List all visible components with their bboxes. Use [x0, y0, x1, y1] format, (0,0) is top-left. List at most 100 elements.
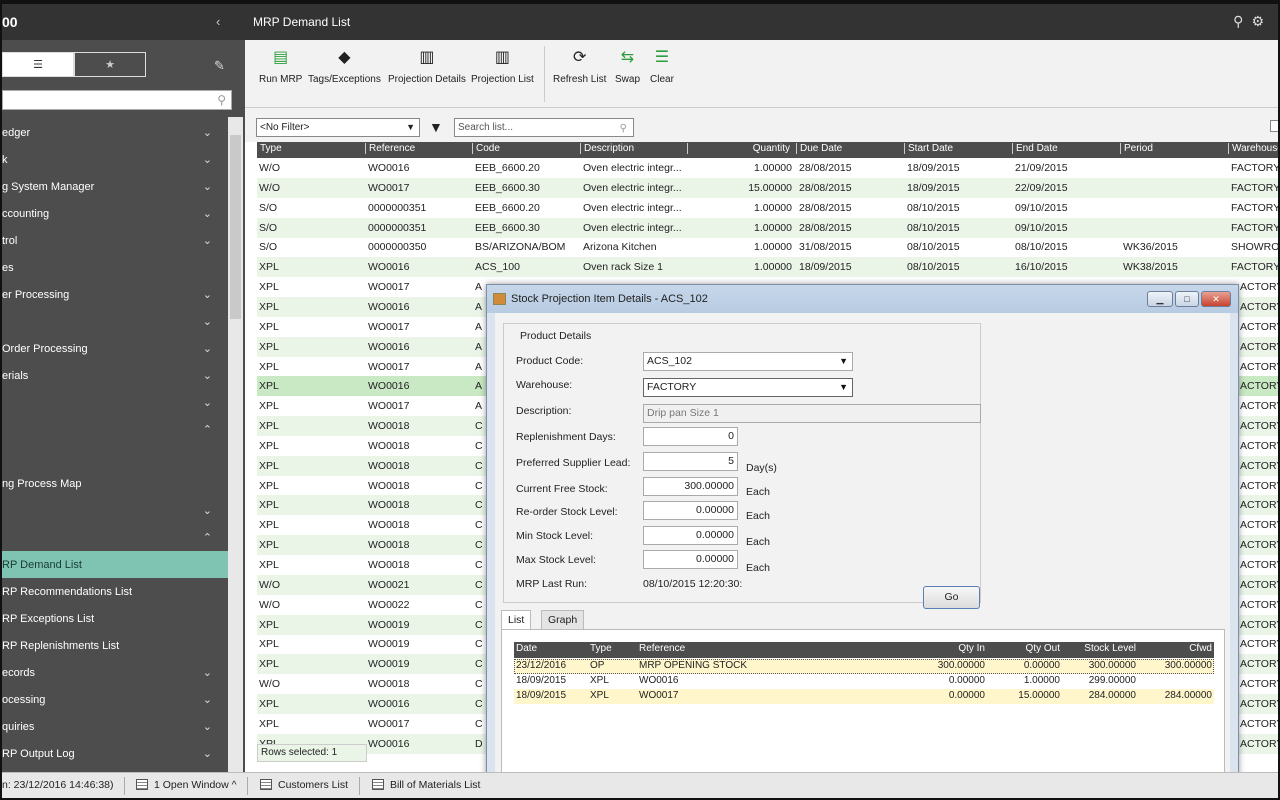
warehouse-select[interactable]: FACTORY ▼: [643, 378, 853, 397]
gear-icon[interactable]: ⚙: [1251, 13, 1272, 29]
sidebar-item[interactable]: trol ⌄: [2, 227, 228, 254]
column-header[interactable]: Stock Level: [1084, 643, 1136, 654]
filter-dropdown[interactable]: <No Filter> ▼: [256, 118, 420, 137]
reorder-stock-level-field[interactable]: 0.00000: [643, 501, 738, 520]
sidebar-search-input[interactable]: ⚲: [2, 90, 232, 110]
dialog-titlebar[interactable]: Stock Projection Item Details - ACS_102 …: [487, 285, 1238, 313]
refresh-list-button[interactable]: ⟳ Refresh List: [553, 46, 606, 85]
table-row[interactable]: 18/09/2015 XPL WO0016 0.00000 1.00000 299.000…: [514, 674, 1214, 689]
chevron-icon[interactable]: ⌄: [203, 747, 212, 760]
sidebar-item[interactable]: ccounting ⌄: [2, 200, 228, 227]
chevron-icon[interactable]: ⌄: [203, 315, 212, 328]
sidebar-item[interactable]: ⌃: [2, 416, 228, 443]
sidebar-item[interactable]: erials ⌄: [2, 362, 228, 389]
chevron-icon[interactable]: ⌄: [203, 369, 212, 382]
chevron-icon[interactable]: ⌃: [203, 531, 212, 544]
table-row[interactable]: XPL WO0016 ACS_100 Oven rack Size 1 1.00000 1…: [257, 257, 1278, 278]
table-row[interactable]: S/O 0000000351 EEB_6600.20 Oven electric in…: [257, 198, 1278, 218]
sidebar-item[interactable]: RP Demand List: [2, 551, 228, 578]
funnel-icon[interactable]: ▼: [429, 119, 443, 135]
table-row[interactable]: W/O WO0016 EEB_6600.20 Oven electric integr…: [257, 158, 1278, 178]
preferred-supplier-lead-field[interactable]: 5: [643, 452, 738, 471]
sidebar-item[interactable]: k ⌄: [2, 146, 228, 173]
customers-list-task[interactable]: Customers List: [260, 779, 348, 791]
sidebar-item[interactable]: ⌄: [2, 308, 228, 335]
chevron-icon[interactable]: ⌄: [203, 126, 212, 139]
column-header[interactable]: Period: [1120, 143, 1153, 154]
column-header[interactable]: Due Date: [796, 143, 842, 154]
swap-button[interactable]: ⇆ Swap: [615, 46, 640, 85]
chevron-icon[interactable]: ⌄: [203, 666, 212, 679]
column-header[interactable]: Start Date: [904, 143, 953, 154]
projection-list-button[interactable]: ▥ Projection List: [471, 46, 534, 85]
sidebar-item[interactable]: g System Manager ⌄: [2, 173, 228, 200]
table-row[interactable]: W/O WO0017 EEB_6600.30 Oven electric integr…: [257, 177, 1278, 198]
description-field[interactable]: Drip pan Size 1: [643, 404, 981, 423]
chevron-icon[interactable]: ⌄: [203, 693, 212, 706]
projection-details-button[interactable]: ▥ Projection Details: [388, 46, 466, 85]
chevron-icon[interactable]: ⌄: [203, 153, 212, 166]
sidebar-item[interactable]: edger ⌄: [2, 119, 228, 146]
column-header[interactable]: Warehouse: [1228, 143, 1278, 154]
table-row[interactable]: S/O 0000000350 BS/ARIZONA/BOM Arizona Kitch…: [257, 237, 1278, 257]
replenishment-days-field[interactable]: 0: [643, 427, 738, 446]
search-settings-icon[interactable]: ⚲: [1233, 13, 1251, 29]
open-windows-button[interactable]: 1 Open Window ^: [136, 779, 237, 791]
chevron-icon[interactable]: ⌄: [203, 180, 212, 193]
table-row[interactable]: S/O 0000000351 EEB_6600.30 Oven electric in…: [257, 217, 1278, 238]
sidebar-item[interactable]: RP Exceptions List: [2, 605, 228, 632]
chevron-icon[interactable]: ⌄: [203, 504, 212, 517]
current-free-stock-field[interactable]: 300.00000: [643, 477, 738, 496]
column-header[interactable]: Quantity: [687, 143, 793, 154]
sidebar-item[interactable]: quiries ⌄: [2, 713, 228, 740]
min-stock-level-field[interactable]: 0.00000: [643, 526, 738, 545]
minimize-button[interactable]: ▁: [1147, 291, 1173, 307]
column-header[interactable]: Reference: [365, 143, 415, 154]
tab-list[interactable]: List: [501, 610, 532, 630]
collapse-sidebar-icon[interactable]: ‹: [216, 14, 220, 29]
sidebar-item[interactable]: Order Processing ⌄: [2, 335, 228, 362]
maximize-button[interactable]: □: [1175, 291, 1199, 307]
table-row[interactable]: 23/12/2016 OP MRP OPENING STOCK 300.00000 0.…: [514, 659, 1214, 674]
chevron-icon[interactable]: ⌄: [203, 396, 212, 409]
menu-tab-icon[interactable]: ☰: [2, 52, 74, 77]
chevron-icon[interactable]: ⌄: [203, 720, 212, 733]
chevron-icon[interactable]: ⌄: [203, 342, 212, 355]
tab-graph[interactable]: Graph: [541, 610, 585, 630]
sidebar-item[interactable]: RP Recommendations List: [2, 578, 228, 605]
column-header[interactable]: Description: [580, 143, 634, 154]
go-button[interactable]: Go: [923, 586, 980, 609]
sidebar-item[interactable]: ⌄: [2, 389, 228, 416]
column-header[interactable]: Reference: [639, 643, 685, 654]
sidebar-item[interactable]: RP Output Log ⌄: [2, 740, 228, 767]
chevron-icon[interactable]: ⌃: [203, 423, 212, 436]
chevron-icon[interactable]: ⌄: [203, 288, 212, 301]
clear-button[interactable]: ☰ Clear: [650, 46, 674, 85]
table-row[interactable]: 18/09/2015 XPL WO0017 0.00000 15.00000 284.00…: [514, 689, 1214, 704]
column-header[interactable]: Code: [472, 143, 500, 154]
column-header[interactable]: Type: [590, 643, 612, 654]
sidebar-item[interactable]: er Processing ⌄: [2, 281, 228, 308]
sidebar-item[interactable]: RP Replenishments List: [2, 632, 228, 659]
list-search-input[interactable]: Search list... ⚲: [454, 118, 634, 137]
sidebar-item[interactable]: [2, 443, 228, 470]
tags-exceptions-button[interactable]: ◆ Tags/Exceptions: [308, 46, 381, 85]
column-header[interactable]: End Date: [1012, 143, 1058, 154]
column-header[interactable]: Qty In: [958, 643, 985, 654]
sidebar-item[interactable]: es: [2, 254, 228, 281]
chevron-icon[interactable]: ⌄: [203, 207, 212, 220]
favourites-tab-icon[interactable]: ★: [74, 52, 146, 77]
chevron-icon[interactable]: ⌄: [203, 234, 212, 247]
max-stock-level-field[interactable]: 0.00000: [643, 550, 738, 569]
column-header[interactable]: Qty Out: [1026, 643, 1060, 654]
sidebar-item[interactable]: ocessing ⌄: [2, 686, 228, 713]
run-mrp-button[interactable]: ▤ Run MRP: [259, 46, 302, 85]
show-checkbox[interactable]: [1270, 120, 1278, 132]
column-header[interactable]: Type: [257, 143, 282, 154]
bill-of-materials-task[interactable]: Bill of Materials List: [372, 779, 480, 791]
sidebar-item[interactable]: ⌃: [2, 524, 228, 551]
sidebar-scrollbar[interactable]: [228, 117, 243, 772]
close-button[interactable]: ✕: [1201, 291, 1231, 307]
edit-pencil-icon[interactable]: ✎: [214, 58, 225, 74]
sidebar-item[interactable]: ecords ⌄: [2, 659, 228, 686]
